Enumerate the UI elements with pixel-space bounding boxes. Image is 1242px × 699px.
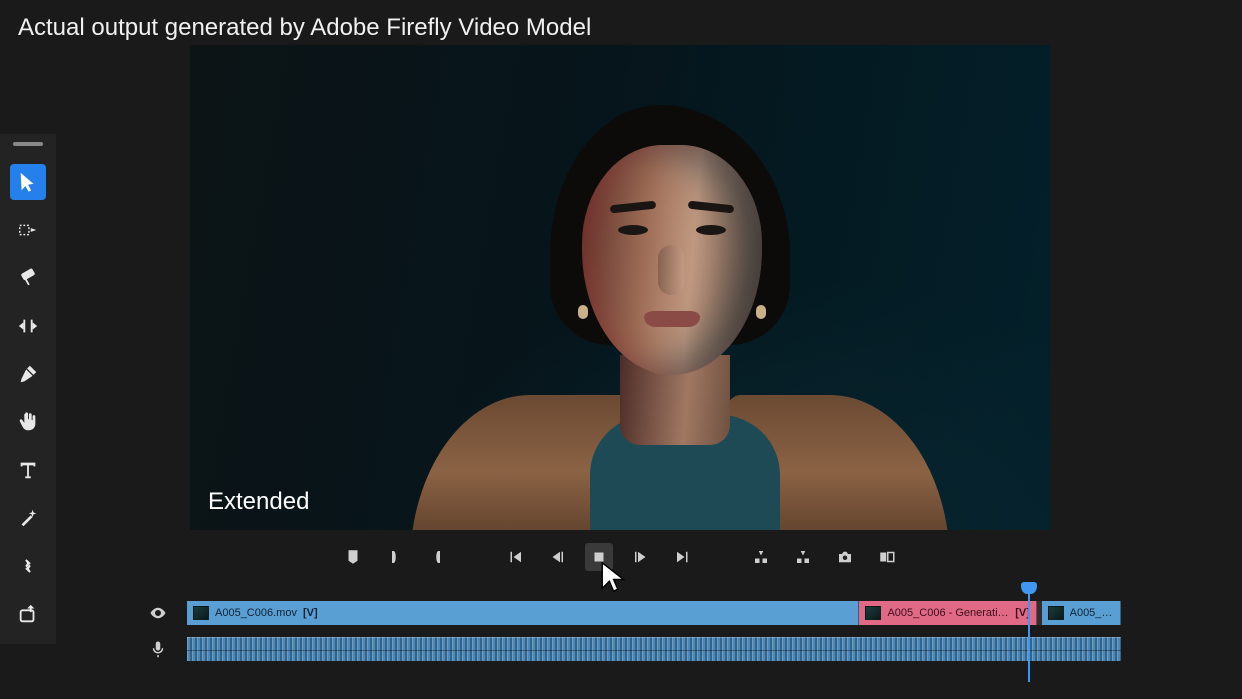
export-frame-button[interactable]: [831, 543, 859, 571]
extract-icon: [794, 548, 812, 566]
step-forward-icon: [632, 548, 650, 566]
clip-thumbnail-icon: [1048, 606, 1064, 620]
video-track[interactable]: A005_C006.mov[V]A005_C006 - Generative.m…: [186, 600, 1122, 626]
video-track-row: A005_C006.mov[V]A005_C006 - Generative.m…: [140, 600, 1122, 626]
add-marker-button[interactable]: [339, 543, 367, 571]
playhead-handle-icon: [1021, 582, 1037, 594]
track-select-icon: [17, 219, 39, 241]
wand-icon: [17, 507, 39, 529]
toolbox-panel: [0, 134, 56, 644]
extract-button[interactable]: [789, 543, 817, 571]
edit-arrows-icon: [17, 555, 39, 577]
stop-icon: [590, 548, 608, 566]
go-to-out-button[interactable]: [669, 543, 697, 571]
comparison-view-button[interactable]: [873, 543, 901, 571]
go-to-out-icon: [674, 548, 692, 566]
compare-icon: [878, 548, 896, 566]
marker-icon: [344, 548, 362, 566]
go-to-in-button[interactable]: [501, 543, 529, 571]
clip-thumbnail-icon: [865, 606, 881, 620]
ripple-edit-icon: [17, 315, 39, 337]
go-to-in-icon: [506, 548, 524, 566]
clip-label: A005_C0: [1070, 607, 1114, 619]
preview-video-frame: [400, 65, 960, 530]
razor-tool[interactable]: [10, 260, 46, 296]
mark-in-button[interactable]: [381, 543, 409, 571]
play-stop-button[interactable]: [585, 543, 613, 571]
pen-icon: [17, 363, 39, 385]
extended-overlay-label: Extended: [208, 488, 309, 516]
clip-thumbnail-icon: [193, 606, 209, 620]
remix-tool[interactable]: [10, 500, 46, 536]
step-back-button[interactable]: [543, 543, 571, 571]
step-forward-button[interactable]: [627, 543, 655, 571]
header-caption: Actual output generated by Adobe Firefly…: [18, 14, 591, 42]
lift-button[interactable]: [747, 543, 775, 571]
eye-icon: [149, 604, 167, 622]
panel-grip-icon[interactable]: [13, 142, 43, 146]
step-back-icon: [548, 548, 566, 566]
audio-clip[interactable]: [187, 637, 1121, 661]
ripple-edit-tool[interactable]: [10, 308, 46, 344]
transport-controls: [190, 540, 1050, 574]
track-select-forward-tool[interactable]: [10, 212, 46, 248]
microphone-icon: [149, 640, 167, 658]
hand-tool[interactable]: [10, 404, 46, 440]
clip-label: A005_C006 - Generative.mov: [887, 607, 1009, 619]
type-tool[interactable]: [10, 452, 46, 488]
edit-tool[interactable]: [10, 548, 46, 584]
type-icon: [17, 459, 39, 481]
video-clip[interactable]: A005_C0: [1042, 601, 1121, 625]
hand-icon: [17, 411, 39, 433]
program-monitor: Extended: [190, 45, 1050, 530]
cursor-arrow-icon: [17, 171, 39, 193]
mark-out-icon: [428, 548, 446, 566]
razor-icon: [17, 267, 39, 289]
export-frame-tool[interactable]: [10, 596, 46, 632]
selection-tool[interactable]: [10, 164, 46, 200]
lift-icon: [752, 548, 770, 566]
video-track-visibility-toggle[interactable]: [140, 604, 176, 622]
camera-icon: [836, 548, 854, 566]
video-clip[interactable]: A005_C006.mov [V]: [187, 601, 859, 625]
export-frame-icon: [17, 603, 39, 625]
mark-in-icon: [386, 548, 404, 566]
mark-out-button[interactable]: [423, 543, 451, 571]
audio-track-row: [140, 636, 1122, 662]
audio-track-voice-toggle[interactable]: [140, 640, 176, 658]
clip-track-suffix: [V]: [303, 607, 318, 619]
clip-track-suffix: [V]: [1015, 607, 1030, 619]
generative-video-clip[interactable]: A005_C006 - Generative.mov [V]: [859, 601, 1036, 625]
clip-label: A005_C006.mov: [215, 607, 297, 619]
timeline-panel: A005_C006.mov[V]A005_C006 - Generative.m…: [140, 600, 1122, 662]
audio-track[interactable]: [186, 636, 1122, 662]
pen-tool[interactable]: [10, 356, 46, 392]
